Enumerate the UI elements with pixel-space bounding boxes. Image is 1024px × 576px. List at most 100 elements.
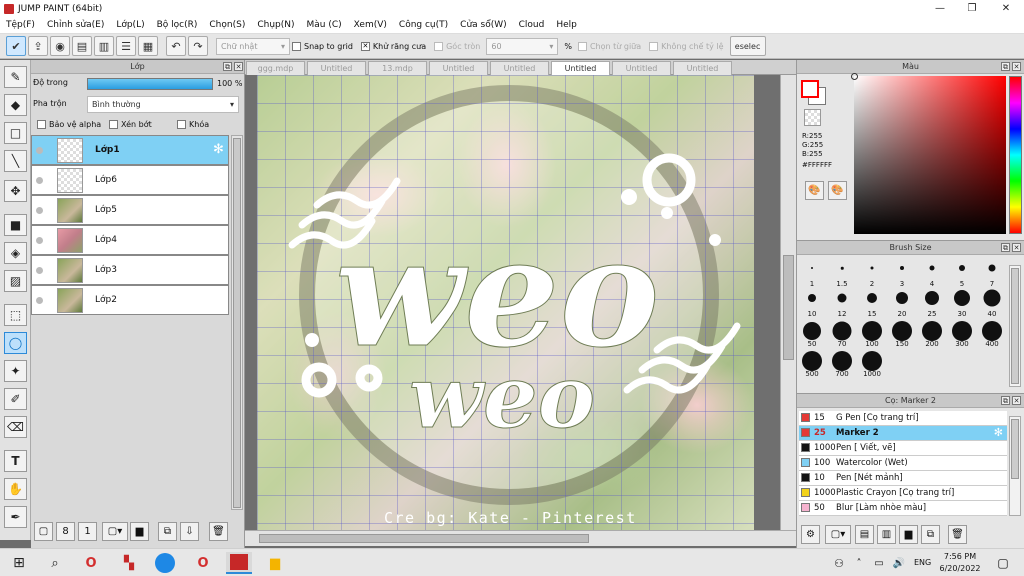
language-indicator[interactable]: ENG [914,558,931,567]
no-ratio-checkbox[interactable]: Không chế tỷ lệ [649,41,724,51]
menu-help[interactable]: Help [550,20,583,30]
color-picker-cursor[interactable] [851,73,858,80]
tab-document[interactable]: 13.mdp [368,61,427,75]
jump-paint-taskbar-icon[interactable] [226,552,252,574]
brush-list-item[interactable]: 10 Pen [Nét mảnh] [799,471,1007,486]
panel-close-icon[interactable]: ✕ [234,62,243,71]
trash-icon[interactable]: 🗑 [209,522,228,541]
opera-gx-icon[interactable]: O [190,552,216,574]
maximize-button[interactable]: ❐ [956,0,988,17]
blend-select[interactable]: Bình thường ▾ [87,96,239,113]
canvas-vertical-scrollbar[interactable] [780,75,796,530]
layer-row[interactable]: Lớp3 [31,255,229,285]
brush-size-option[interactable]: 1000 [857,348,887,378]
menu-filter[interactable]: Bộ lọc(R) [151,20,204,30]
tab-document[interactable]: Untitled [490,61,549,75]
brush-scrollbar-thumb[interactable] [1011,268,1019,384]
file-explorer-icon[interactable]: ▆ [262,552,288,574]
new-1bit-layer-icon[interactable]: 1 [78,522,97,541]
select-icon[interactable]: ⬚ [4,304,27,326]
undock-icon[interactable]: ⧉ [1001,62,1010,71]
tab-document[interactable]: Untitled [612,61,671,75]
brush-size-option[interactable]: 200 [917,318,947,348]
corner-value-input[interactable]: 60 ▾ [486,37,559,55]
snap-to-grid-checkbox[interactable]: Snap to grid [292,41,353,51]
menu-file[interactable]: Tệp(F) [0,20,41,30]
menu-edit[interactable]: Chỉnh sửa(E) [41,20,110,30]
duplicate-icon[interactable]: ⧉ [158,522,177,541]
merge-icon[interactable]: ⇩ [180,522,199,541]
eraser-icon[interactable]: ◆ [4,94,27,116]
brush-settings-icon[interactable]: ⚙ [801,525,820,544]
menu-color[interactable]: Màu (C) [301,20,348,30]
new-layer-icon[interactable]: ▢ [34,522,53,541]
brush-list-item[interactable]: 50 Blur [Làm nhòe màu] [799,501,1007,516]
windows-start-icon[interactable]: ⊞ [6,552,32,574]
brush-size-option[interactable]: 1 [797,258,827,288]
menu-capture[interactable]: Chụp(N) [251,20,300,30]
check-icon[interactable]: ✔ [6,36,26,56]
gear-icon[interactable]: ✻ [994,426,1003,440]
visibility-icon[interactable] [36,177,43,184]
brush-size-option[interactable]: 30 [947,288,977,318]
undock-icon[interactable]: ⧉ [1001,396,1010,405]
canvas-horizontal-scrollbar[interactable] [245,530,796,546]
brush-size-option[interactable]: 400 [977,318,1007,348]
brush-size-option[interactable]: 1.5 [827,258,857,288]
menu-cloud[interactable]: Cloud [513,20,551,30]
gear-icon[interactable]: ✻ [213,142,224,157]
brush-size-option[interactable]: 10 [797,288,827,318]
brush-size-option[interactable]: 7 [977,258,1007,288]
brush-size-option[interactable]: 2 [857,258,887,288]
brush-size-option[interactable]: 12 [827,288,857,318]
layer-row[interactable]: Lớp2 [31,285,229,315]
layer-row[interactable]: Lớp5 [31,195,229,225]
visibility-icon[interactable] [36,237,43,244]
magic-wand-icon[interactable]: ✦ [4,360,27,382]
select-pen-icon[interactable]: ✐ [4,388,27,410]
visibility-icon[interactable] [36,297,43,304]
from-center-checkbox[interactable]: Chọn từ giữa [577,41,641,51]
brush-trash-icon[interactable]: 🗑 [948,525,967,544]
vertical-scroll-thumb[interactable] [783,255,794,360]
lasso-icon[interactable]: ◯ [4,332,27,354]
brush-size-option[interactable]: 50 [797,318,827,348]
shape-select[interactable]: Chữ nhật ▾ [216,37,290,55]
foreground-color-swatch[interactable] [801,80,819,98]
brush-size-option[interactable]: 20 [887,288,917,318]
text-icon[interactable]: T [4,450,27,472]
brush-list-item[interactable]: 15 G Pen [Cọ trang trí] [799,411,1007,426]
bucket-icon[interactable]: ◈ [4,242,27,264]
menu-layer[interactable]: Lớp(L) [110,20,150,30]
panel-close-icon[interactable]: ✕ [1012,396,1021,405]
app-icon-red[interactable]: ▚ [116,552,142,574]
layer-row[interactable]: Lớp4 [31,225,229,255]
minimize-button[interactable]: — [924,0,956,17]
brush-size-option[interactable]: 5 [947,258,977,288]
brush-size-option[interactable]: 3 [887,258,917,288]
brush-size-option[interactable]: 500 [797,348,827,378]
brush-size-option[interactable]: 700 [827,348,857,378]
brush-size-option[interactable]: 4 [917,258,947,288]
antialias-checkbox[interactable]: ✕ Khử răng cưa [360,41,426,51]
layer-scrollbar-thumb[interactable] [233,138,241,508]
brush-size-option[interactable]: 25 [917,288,947,318]
brush-size-option[interactable]: 40 [977,288,1007,318]
notification-icon[interactable]: ▢ [990,552,1016,574]
canvas-area[interactable]: weo weo Cre bg: Kate - Pinterest [245,75,780,530]
visibility-icon[interactable] [36,267,43,274]
palette-icon[interactable]: 🎨 [805,181,824,200]
layer-row[interactable]: Lớp1 ✻ [31,135,229,165]
zalo-icon[interactable] [152,552,178,574]
menu-view[interactable]: Xem(V) [348,20,393,30]
add-brush-menu-icon[interactable]: ▢▾ [825,525,851,544]
brush-list-item[interactable]: 1000Pen [ Viết, vẽ] [799,441,1007,456]
tab-document-active[interactable]: Untitled [551,61,610,75]
brush-list-item[interactable]: 100 Watercolor (Wet) [799,456,1007,471]
clip-checkbox[interactable]: Xén bớt [109,120,152,129]
pen-icon[interactable]: ╲ [4,150,27,172]
panel-icon[interactable]: ▤ [72,36,92,56]
brush-icon[interactable]: ✎ [4,66,27,88]
saturation-value-picker[interactable] [851,73,1006,234]
menu-tools[interactable]: Công cụ(T) [393,20,454,30]
